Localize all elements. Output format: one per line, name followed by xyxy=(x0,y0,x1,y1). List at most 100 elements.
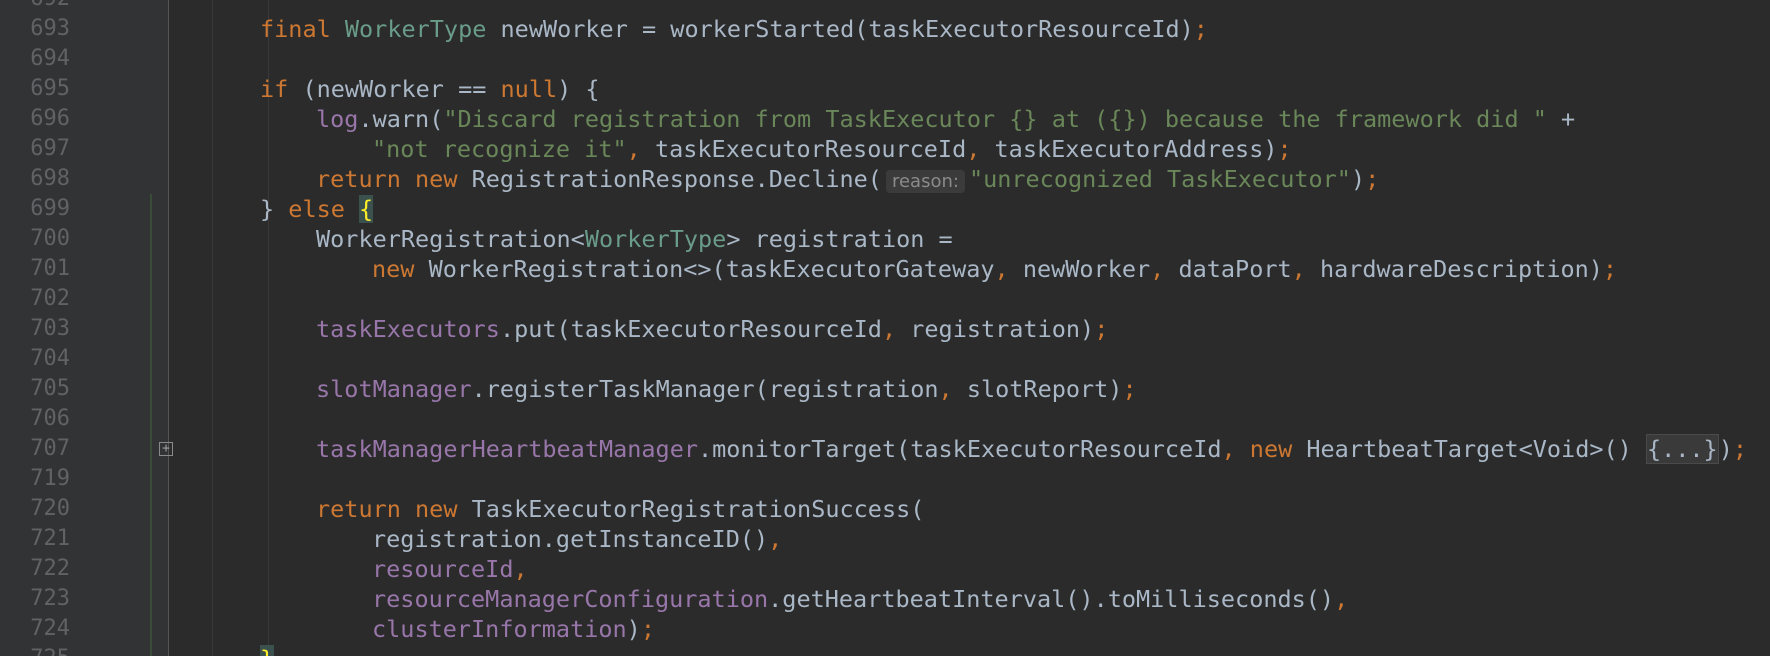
code-line[interactable]: new WorkerRegistration<>(taskExecutorGat… xyxy=(372,254,1617,284)
code-token: .registerTaskManager(registration xyxy=(471,375,939,403)
code-token: ; xyxy=(1193,15,1208,43)
line-number: 700 xyxy=(30,226,70,251)
line-number: 707 xyxy=(30,436,70,461)
code-token: else xyxy=(288,195,360,223)
code-token: registration.getInstanceID() xyxy=(372,525,769,553)
code-line[interactable]: final WorkerType newWorker = workerStart… xyxy=(260,14,1208,44)
code-token: ; xyxy=(1277,135,1292,163)
vcs-change-marker[interactable] xyxy=(150,374,152,404)
code-token: resourceId xyxy=(372,555,514,583)
vcs-change-marker[interactable] xyxy=(150,494,152,524)
code-token: , xyxy=(1291,255,1320,283)
line-number: 692 xyxy=(0,0,70,14)
folded-code-block[interactable]: {...} xyxy=(1645,434,1719,464)
parameter-hint: reason: xyxy=(885,170,965,193)
code-line[interactable]: taskManagerHeartbeatManager.monitorTarge… xyxy=(316,434,1747,464)
vcs-change-marker[interactable] xyxy=(150,614,152,644)
code-token: RegistrationResponse.Decline( xyxy=(471,165,882,193)
line-number: 705 xyxy=(30,376,70,401)
code-token: taskExecutors xyxy=(316,315,500,343)
code-token: "unrecognized TaskExecutor" xyxy=(968,165,1351,193)
code-token: ; xyxy=(1365,165,1380,193)
code-area[interactable]: final WorkerType newWorker = workerStart… xyxy=(169,0,1770,656)
code-token: TaskExecutorRegistrationSuccess( xyxy=(471,495,925,523)
vcs-change-marker[interactable] xyxy=(150,404,152,434)
code-token: (newWorker == xyxy=(302,75,501,103)
vcs-change-marker[interactable] xyxy=(150,524,152,554)
code-token: taskExecutorResourceId xyxy=(654,135,967,163)
line-number: 695 xyxy=(30,76,70,101)
line-number: 703 xyxy=(30,316,70,341)
code-line[interactable]: if (newWorker == null) { xyxy=(260,74,600,104)
line-number: 702 xyxy=(30,286,70,311)
code-editor[interactable]: 692 693 694 695 696 697 698 699 700 701 702 703 704 7… xyxy=(0,0,1770,656)
code-line[interactable]: log.warn("Discard registration from Task… xyxy=(316,104,1575,134)
line-number: 704 xyxy=(30,346,70,371)
line-number: 722 xyxy=(30,556,70,581)
code-token: ; xyxy=(1732,435,1748,463)
code-token: .put(taskExecutorResourceId xyxy=(499,315,882,343)
code-line[interactable]: resourceManagerConfiguration.getHeartbea… xyxy=(372,584,1348,614)
code-token: log xyxy=(316,105,359,133)
line-number: 698 xyxy=(30,166,70,191)
line-number: 719 xyxy=(30,466,70,491)
code-token: slotManager xyxy=(316,375,472,403)
line-number: 725 xyxy=(0,644,70,656)
line-number: 699 xyxy=(30,196,70,221)
line-number: 706 xyxy=(30,406,70,431)
code-token: WorkerRegistration<>(taskExecutorGateway xyxy=(428,255,995,283)
code-line[interactable]: WorkerRegistration<WorkerType> registrat… xyxy=(316,224,953,254)
code-token: , xyxy=(966,135,995,163)
vcs-change-marker[interactable] xyxy=(150,224,152,254)
code-line[interactable]: } xyxy=(260,644,275,656)
code-line[interactable]: registration.getInstanceID(), xyxy=(372,524,782,554)
code-line[interactable]: clusterInformation); xyxy=(372,614,655,644)
code-token: , xyxy=(994,255,1023,283)
code-token: , xyxy=(1221,435,1250,463)
vcs-change-marker[interactable] xyxy=(150,584,152,614)
code-token: , xyxy=(1150,255,1179,283)
code-token: newWorker xyxy=(1022,255,1151,283)
vcs-change-marker[interactable] xyxy=(150,554,152,584)
vcs-change-marker[interactable] xyxy=(150,434,152,464)
code-token: registration) xyxy=(910,315,1095,343)
vcs-change-marker[interactable] xyxy=(150,464,152,494)
code-token: ; xyxy=(1602,255,1618,283)
code-token: slotReport) xyxy=(966,375,1123,403)
line-number: 696 xyxy=(30,106,70,131)
code-line[interactable]: resourceId, xyxy=(372,554,528,584)
code-line[interactable]: "not recognize it", taskExecutorResource… xyxy=(372,134,1292,164)
code-token: ; xyxy=(1122,375,1137,403)
code-token: + xyxy=(1546,105,1576,133)
code-line[interactable]: return new RegistrationResponse.Decline(… xyxy=(316,164,1379,197)
code-line[interactable]: return new TaskExecutorRegistrationSucce… xyxy=(316,494,924,524)
line-number: 693 xyxy=(30,16,70,41)
code-token: ) xyxy=(1718,435,1733,463)
code-token: WorkerRegistration< xyxy=(316,225,585,253)
line-number: 723 xyxy=(30,586,70,611)
code-line[interactable]: taskExecutors.put(taskExecutorResourceId… xyxy=(316,314,1108,344)
vcs-change-marker[interactable] xyxy=(150,344,152,374)
code-token: , xyxy=(938,375,967,403)
indent-guide xyxy=(212,0,213,656)
code-token: ) xyxy=(1350,165,1366,193)
code-token: new xyxy=(372,255,429,283)
code-token: .getHeartbeatInterval().toMilliseconds() xyxy=(768,585,1335,613)
matched-brace: } xyxy=(260,645,275,656)
vcs-change-marker[interactable] xyxy=(150,284,152,314)
vcs-change-marker[interactable] xyxy=(150,254,152,284)
vcs-change-marker[interactable] xyxy=(150,314,152,344)
line-number: 720 xyxy=(30,496,70,521)
code-token: new xyxy=(1249,435,1307,463)
code-token: WorkerType xyxy=(344,15,487,43)
code-token: > registration = xyxy=(726,225,953,253)
line-number: 697 xyxy=(30,136,70,161)
code-token: ) xyxy=(626,615,641,643)
code-token: , xyxy=(1334,585,1349,613)
code-line[interactable]: slotManager.registerTaskManager(registra… xyxy=(316,374,1137,404)
code-token: ; xyxy=(1094,315,1109,343)
code-token: "not recognize it" xyxy=(372,135,627,163)
vcs-change-marker[interactable] xyxy=(150,644,152,656)
vcs-change-marker[interactable] xyxy=(150,194,152,224)
code-line[interactable]: } else { xyxy=(260,194,374,224)
